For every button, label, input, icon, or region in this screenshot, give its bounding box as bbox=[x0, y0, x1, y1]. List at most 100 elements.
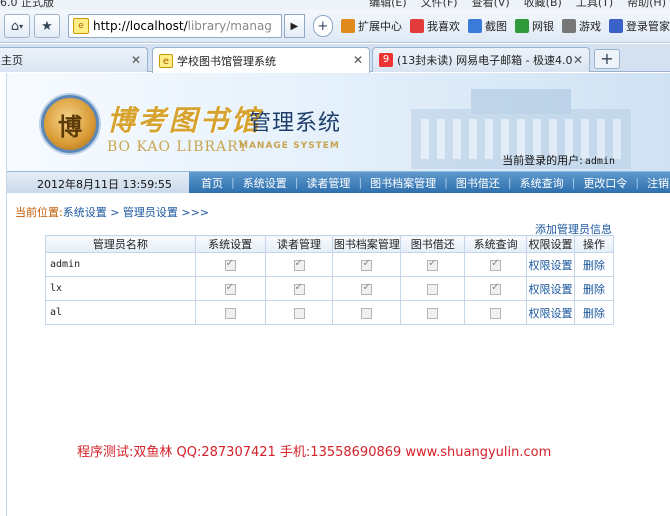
permission-checkbox[interactable] bbox=[293, 258, 305, 271]
bookmark-bank[interactable]: 网银 bbox=[515, 18, 554, 34]
permission-checkbox[interactable] bbox=[224, 282, 236, 295]
permission-checkbox[interactable] bbox=[361, 282, 373, 295]
logo-chinese: 博考图书馆 bbox=[107, 104, 263, 137]
library-seal-logo: 博 bbox=[41, 95, 99, 153]
browser-menu-item[interactable]: 工具(T) bbox=[576, 0, 613, 10]
column-header: 操作 bbox=[574, 235, 614, 253]
address-bar[interactable]: e http://localhost/library/manag bbox=[67, 14, 283, 38]
home-icon: ⌂ bbox=[10, 18, 20, 34]
bookmark-gamepad[interactable]: 游戏 bbox=[562, 18, 601, 34]
perm-link-cell: 权限设置 bbox=[526, 300, 575, 325]
permission-checkbox[interactable] bbox=[427, 258, 439, 271]
table-row: al 权限设置 删除 bbox=[45, 300, 614, 325]
nav-item[interactable]: 读者管理 bbox=[298, 175, 358, 191]
permission-cell bbox=[464, 252, 528, 277]
main-navbar: 2012年8月11日 13:59:55 首页 | 系统设置 | 读者管理 | 图书档案管理 |… bbox=[7, 171, 670, 193]
star-icon: ★ bbox=[41, 18, 53, 34]
browser-version-label: 6.0 正式版 bbox=[0, 0, 54, 9]
permission-checkbox[interactable] bbox=[293, 282, 305, 295]
permission-cell bbox=[194, 300, 266, 325]
permission-cell bbox=[264, 300, 334, 325]
plus-icon: + bbox=[600, 49, 614, 68]
nav-item[interactable]: 图书档案管理 bbox=[362, 175, 444, 191]
permission-settings-link[interactable]: 权限设置 bbox=[529, 259, 573, 272]
permission-checkbox[interactable] bbox=[224, 258, 236, 271]
table-row: admin 权限设置删除 bbox=[45, 252, 614, 277]
bookmark-scissors[interactable]: 截图 bbox=[468, 18, 507, 34]
permission-checkbox[interactable] bbox=[224, 307, 236, 319]
tab-mail[interactable]: 9 (13封未读) 网易电子邮箱 - 极速4.0 ✕ bbox=[372, 47, 590, 72]
permission-checkbox[interactable] bbox=[490, 282, 502, 295]
tab-library[interactable]: e 学校图书馆管理系统 ✕ bbox=[152, 47, 370, 73]
nav-item[interactable]: 注销 bbox=[639, 175, 670, 191]
admin-name-cell: admin bbox=[45, 252, 196, 277]
nav-item[interactable]: 图书借还 bbox=[448, 175, 508, 191]
nav-item[interactable]: 系统设置 bbox=[235, 175, 295, 191]
close-icon[interactable]: ✕ bbox=[353, 53, 363, 67]
permission-checkbox[interactable] bbox=[490, 307, 502, 319]
browser-menu-item[interactable]: 帮助(H) bbox=[627, 0, 666, 10]
bookmark-label: 网银 bbox=[532, 20, 555, 33]
tab-home[interactable]: 主页 ✕ bbox=[0, 47, 148, 72]
permission-checkbox[interactable] bbox=[361, 307, 373, 319]
delete-link[interactable]: 删除 bbox=[583, 259, 605, 272]
permission-cell bbox=[194, 276, 266, 301]
mail-favicon-icon: 9 bbox=[379, 53, 393, 67]
table-body: admin权限设置删除lx权限设置删除al权限设置删除 bbox=[45, 252, 614, 325]
nav-item[interactable]: 更改口令 bbox=[575, 175, 635, 191]
library-page: 博 博考图书馆 管理系统 BO KAO LIBRARY MANAGE SYSTE… bbox=[6, 73, 670, 516]
home-button[interactable]: ⌂ ▾ bbox=[4, 14, 30, 38]
permission-checkbox[interactable] bbox=[427, 307, 439, 319]
new-tab-button[interactable]: + bbox=[594, 49, 620, 69]
nav-menu: 首页 | 系统设置 | 读者管理 | 图书档案管理 | 图书借还 | 系统查询 | 更改口令 | 注销 bbox=[193, 172, 670, 193]
permission-checkbox[interactable] bbox=[361, 258, 373, 271]
gamepad-icon bbox=[562, 19, 577, 33]
browser-menu-item[interactable]: 查看(V) bbox=[472, 0, 510, 10]
permission-settings-link[interactable]: 权限设置 bbox=[529, 283, 573, 296]
go-button[interactable]: ▶ bbox=[284, 14, 305, 38]
plus-icon: + bbox=[317, 18, 329, 34]
bookmark-bar: 扩展中心 我喜欢 截图 网银 游戏 登录管家 bbox=[333, 18, 670, 34]
delete-link[interactable]: 删除 bbox=[583, 283, 605, 296]
permission-checkbox[interactable] bbox=[293, 307, 305, 319]
browser-menu-item[interactable]: 收藏(B) bbox=[524, 0, 562, 10]
bank-icon bbox=[515, 19, 530, 33]
bookmark-key[interactable]: 登录管家 bbox=[609, 18, 670, 34]
permission-cell bbox=[400, 276, 466, 301]
column-header: 权限设置 bbox=[526, 235, 575, 253]
close-icon[interactable]: ✕ bbox=[573, 53, 583, 67]
nav-item[interactable]: 系统查询 bbox=[512, 175, 572, 191]
bookmark-puzzle[interactable]: 扩展中心 bbox=[341, 18, 402, 34]
permission-cell bbox=[464, 300, 528, 325]
action-cell: 删除 bbox=[574, 252, 614, 277]
permission-checkbox[interactable] bbox=[427, 283, 439, 295]
permission-cell bbox=[332, 276, 402, 301]
bookmark-heart[interactable]: 我喜欢 bbox=[410, 18, 460, 34]
delete-link[interactable]: 删除 bbox=[583, 307, 605, 320]
heart-icon bbox=[410, 19, 425, 33]
table-row: lx 权限设置删除 bbox=[45, 276, 614, 301]
browser-menu-item[interactable]: 文件(F) bbox=[421, 0, 458, 10]
address-url: http://localhost/library/manag bbox=[92, 19, 272, 33]
site-favicon-icon: e bbox=[159, 53, 173, 68]
breadcrumb: 当前位置:系统设置 > 管理员设置 >>> bbox=[15, 204, 209, 220]
add-bookmark-button[interactable]: + bbox=[312, 15, 334, 37]
system-title: 管理系统 bbox=[249, 111, 342, 136]
permission-cell bbox=[264, 276, 334, 301]
current-user-label: 当前登录的用户: bbox=[502, 154, 583, 167]
column-header: 读者管理 bbox=[264, 235, 334, 253]
column-header: 系统查询 bbox=[464, 235, 528, 253]
scissors-icon bbox=[468, 19, 483, 33]
permission-cell bbox=[264, 252, 334, 277]
nav-item[interactable]: 首页 bbox=[193, 175, 231, 191]
close-icon[interactable]: ✕ bbox=[131, 53, 141, 67]
datetime-box: 2012年8月11日 13:59:55 bbox=[7, 172, 189, 193]
permission-settings-link[interactable]: 权限设置 bbox=[529, 307, 573, 320]
current-user: 当前登录的用户: admin bbox=[502, 152, 615, 168]
permission-checkbox[interactable] bbox=[490, 258, 502, 271]
perm-link-cell: 权限设置 bbox=[526, 276, 575, 301]
browser-menu-item[interactable]: 编辑(E) bbox=[369, 0, 407, 10]
favorites-button[interactable]: ★ bbox=[33, 14, 60, 38]
bookmark-label: 扩展中心 bbox=[358, 20, 403, 33]
footer-note: 程序测试:双鱼林 QQ:287307421 手机:13558690869 www… bbox=[77, 445, 552, 460]
